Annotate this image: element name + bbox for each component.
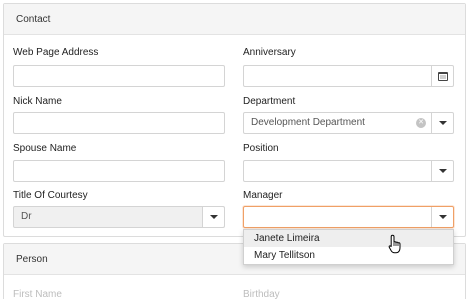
title-of-courtesy-dropdown-button[interactable] [202,207,224,227]
chevron-down-icon [438,169,447,173]
nick-name-input[interactable] [13,112,225,134]
list-item[interactable]: Mary Tellitson [244,247,453,264]
title-of-courtesy-select[interactable]: Dr [13,206,225,228]
title-of-courtesy-label: Title Of Courtesy [13,190,88,201]
spouse-name-input[interactable] [13,160,225,182]
web-page-address-label: Web Page Address [13,47,99,58]
spouse-name-label: Spouse Name [13,143,77,154]
anniversary-date-input[interactable] [243,65,454,87]
department-select[interactable]: Development Department ✕ [243,112,454,134]
birthday-label: Birthday [243,289,280,299]
department-label: Department [243,96,296,107]
manager-dropdown-list: Janete Limeira Mary Tellitson [243,229,454,265]
web-page-address-input[interactable] [13,65,225,87]
form-page: Contact Web Page Address Anniversary Nic… [0,0,474,299]
manager-label: Manager [243,190,283,201]
position-dropdown-button[interactable] [431,161,453,181]
title-of-courtesy-value: Dr [21,211,32,222]
hand-cursor-icon [388,234,401,254]
position-label: Position [243,143,279,154]
first-name-label: First Name [13,289,62,299]
contact-group-header: Contact [4,4,465,35]
chevron-down-icon [438,121,447,125]
department-value: Development Department [251,117,365,128]
chevron-down-icon [438,215,447,219]
department-dropdown-button[interactable] [431,113,453,133]
calendar-icon [437,71,448,81]
clear-icon[interactable]: ✕ [416,118,426,128]
position-select[interactable] [243,160,454,182]
manager-dropdown-button[interactable] [431,207,453,227]
calendar-button[interactable] [431,66,453,86]
list-item[interactable]: Janete Limeira [244,230,453,247]
manager-select[interactable] [243,206,454,228]
anniversary-label: Anniversary [243,47,296,58]
nick-name-label: Nick Name [13,96,62,107]
chevron-down-icon [209,215,218,219]
